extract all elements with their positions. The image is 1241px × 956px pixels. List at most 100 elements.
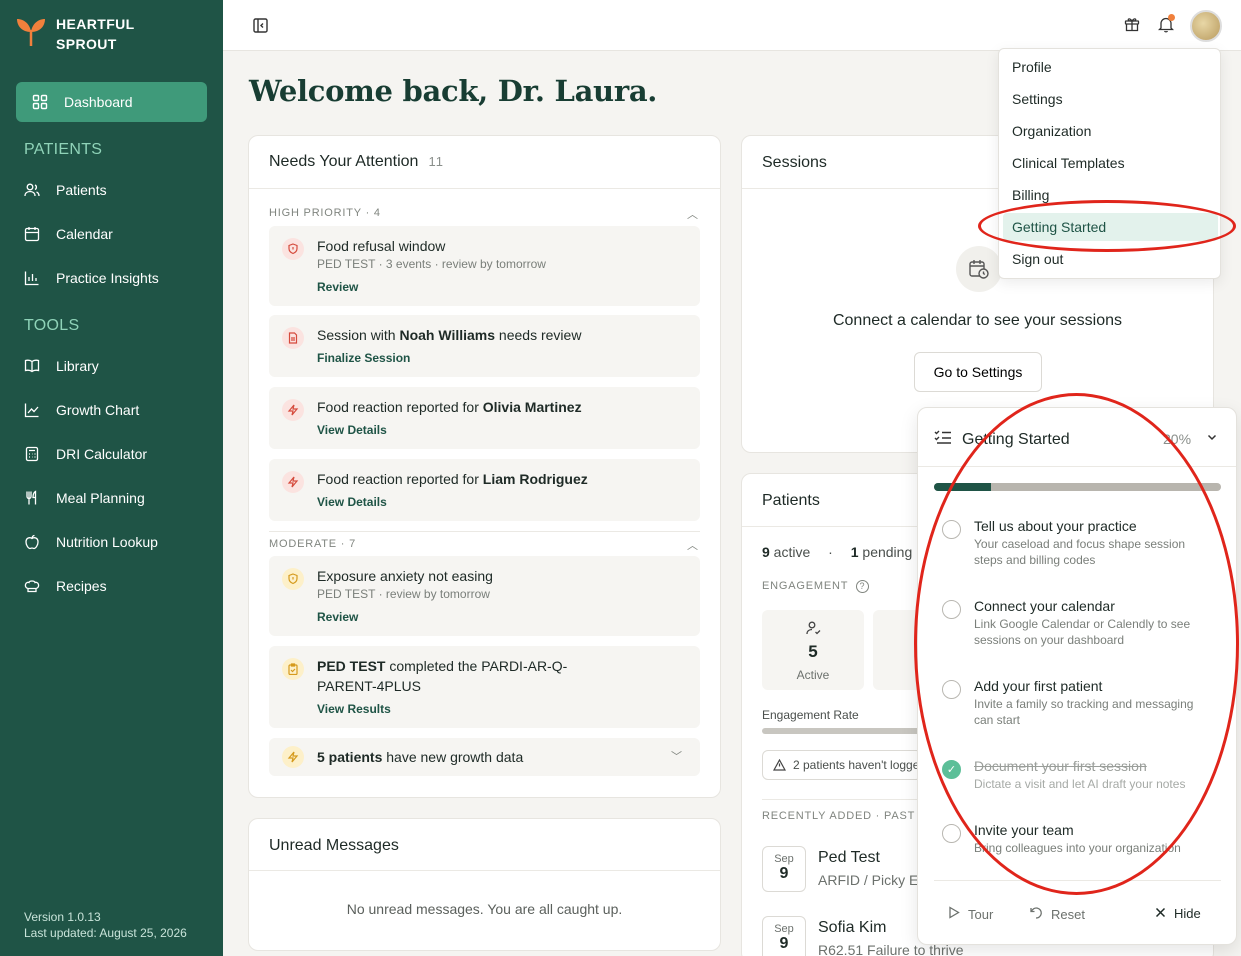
sidebar-item-dashboard[interactable]: Dashboard [16,82,207,122]
avatar[interactable] [1190,10,1222,42]
zap-icon [282,471,304,493]
sidebar-item-practice-insights[interactable]: Practice Insights [24,266,159,290]
attention-item[interactable]: Food reaction reported for Liam Rodrigue… [269,459,700,521]
progress-bar [934,483,1221,491]
sidebar-item-library[interactable]: Library [24,354,99,378]
close-icon [1155,906,1166,921]
utensils-icon [24,490,40,506]
view-results-link[interactable]: View Results [317,702,391,716]
menu-item-clinical-templates[interactable]: Clinical Templates [1003,149,1218,177]
attention-item[interactable]: Food reaction reported for Olivia Martin… [269,387,700,449]
sidebar-item-dri-calculator[interactable]: DRI Calculator [24,442,147,466]
item-text: Food reaction reported for [317,399,483,415]
brand[interactable]: HEARTFUL SPROUT [14,14,135,54]
chevron-up-icon[interactable]: ︿ [687,206,698,222]
finalize-session-link[interactable]: Finalize Session [317,351,410,365]
item-text: PARENT-4PLUS [317,678,421,694]
task-title: Connect your calendar [974,598,1115,614]
sprout-logo-icon [14,14,48,48]
sidebar-item-label: Patients [56,182,107,198]
reset-button[interactable]: Reset [1029,906,1085,923]
bell-icon[interactable] [1157,14,1175,38]
brand-line1: HEARTFUL [56,16,135,32]
attention-item[interactable]: Exposure anxiety not easing PED TEST · r… [269,556,700,636]
getting-started-panel: Getting Started 20% Tell us about your p… [917,407,1237,945]
check-icon[interactable]: ✓ [942,760,961,779]
progress-percent: 20% [1163,431,1192,447]
task-description: Your caseload and focus shape session st… [974,537,1186,567]
item-text: have new growth data [382,749,524,765]
card-title: Patients [762,492,820,509]
date-day: 9 [779,935,789,952]
group-label-high-priority: HIGH PRIORITY · 4 [269,207,381,219]
view-details-link[interactable]: View Details [317,495,387,509]
menu-item-settings[interactable]: Settings [1003,85,1218,113]
item-text: Session with [317,327,400,343]
hide-button[interactable]: Hide [1155,906,1201,921]
chevron-down-icon[interactable] [1206,430,1218,448]
inactive-warning[interactable]: 2 patients haven't logged [762,750,922,780]
item-count: 5 patients [317,749,383,765]
menu-item-sign-out[interactable]: Sign out [1003,245,1218,273]
view-details-link[interactable]: View Details [317,423,387,437]
help-circle-icon[interactable]: ? [855,580,869,593]
chevron-up-icon[interactable]: ︿ [687,537,698,553]
attention-item[interactable]: Session with Noah Williams needs review … [269,315,700,377]
version-info: Version 1.0.13 Last updated: August 25, … [24,909,187,941]
sidebar-item-recipes[interactable]: Recipes [24,574,107,598]
task-checkbox[interactable] [942,520,961,539]
divider [269,531,700,532]
attention-item[interactable]: PED TEST completed the PARDI-AR-Q- PARENT… [269,646,700,728]
sidebar-item-meal-planning[interactable]: Meal Planning [24,486,145,510]
engagement-rate-bar [762,728,922,734]
divider [918,466,1236,467]
menu-item-billing[interactable]: Billing [1003,181,1218,209]
sidebar-item-label: DRI Calculator [56,446,148,462]
menu-item-getting-started[interactable]: Getting Started [1003,213,1218,241]
sidebar-toggle-icon[interactable] [253,18,268,38]
go-to-settings-button[interactable]: Go to Settings [914,352,1042,392]
tour-button[interactable]: Tour [948,906,993,922]
menu-item-profile[interactable]: Profile [1003,53,1218,81]
group-label-moderate: MODERATE · 7 [269,538,357,550]
chevron-down-icon[interactable]: ﹀ [671,748,682,764]
stat-active: 5 Active [762,610,864,690]
task-description: Invite a family so tracking and messagin… [974,697,1194,727]
sidebar-item-nutrition-lookup[interactable]: Nutrition Lookup [24,530,158,554]
zap-icon [282,746,304,768]
task-checkbox[interactable] [942,600,961,619]
patient-name: Sofia Kim [818,919,887,936]
sidebar-item-patients[interactable]: Patients [24,178,107,202]
alert-triangle-icon [772,758,787,774]
shield-alert-icon [282,238,304,260]
checklist-icon [934,430,952,449]
card-title: Sessions [762,154,827,171]
version-label: Version 1.0.13 [24,910,101,924]
attention-item[interactable]: 5 patients have new growth data ﹀ [269,738,700,776]
warning-text: 2 patients haven't logged [793,758,922,772]
sidebar-item-label: Dashboard [64,94,133,110]
item-subtitle: PED TEST · review by tomorrow [317,587,490,601]
last-updated-label: Last updated: August 25, 2026 [24,926,187,940]
sidebar-item-growth-chart[interactable]: Growth Chart [24,398,139,422]
sidebar-item-calendar[interactable]: Calendar [24,222,113,246]
brand-line2: SPROUT [56,36,117,52]
users-icon [24,182,40,198]
gift-icon[interactable] [1124,16,1140,37]
play-icon [948,906,960,922]
tour-label: Tour [968,906,994,922]
pending-label: pending [858,544,913,560]
menu-item-organization[interactable]: Organization [1003,117,1218,145]
review-link[interactable]: Review [317,280,358,294]
divider [249,188,720,189]
patient-name: Ped Test [818,849,880,866]
task-checkbox[interactable] [942,680,961,699]
attention-item[interactable]: Food refusal window PED TEST · 3 events … [269,226,700,306]
patient-name: Noah Williams [399,327,496,343]
clipboard-icon [282,658,304,680]
review-link[interactable]: Review [317,610,358,624]
task-checkbox[interactable] [942,824,961,843]
reset-label: Reset [1051,907,1085,922]
task-description: Bring colleagues into your organization [974,841,1181,855]
card-title: Needs Your Attention [269,153,419,170]
